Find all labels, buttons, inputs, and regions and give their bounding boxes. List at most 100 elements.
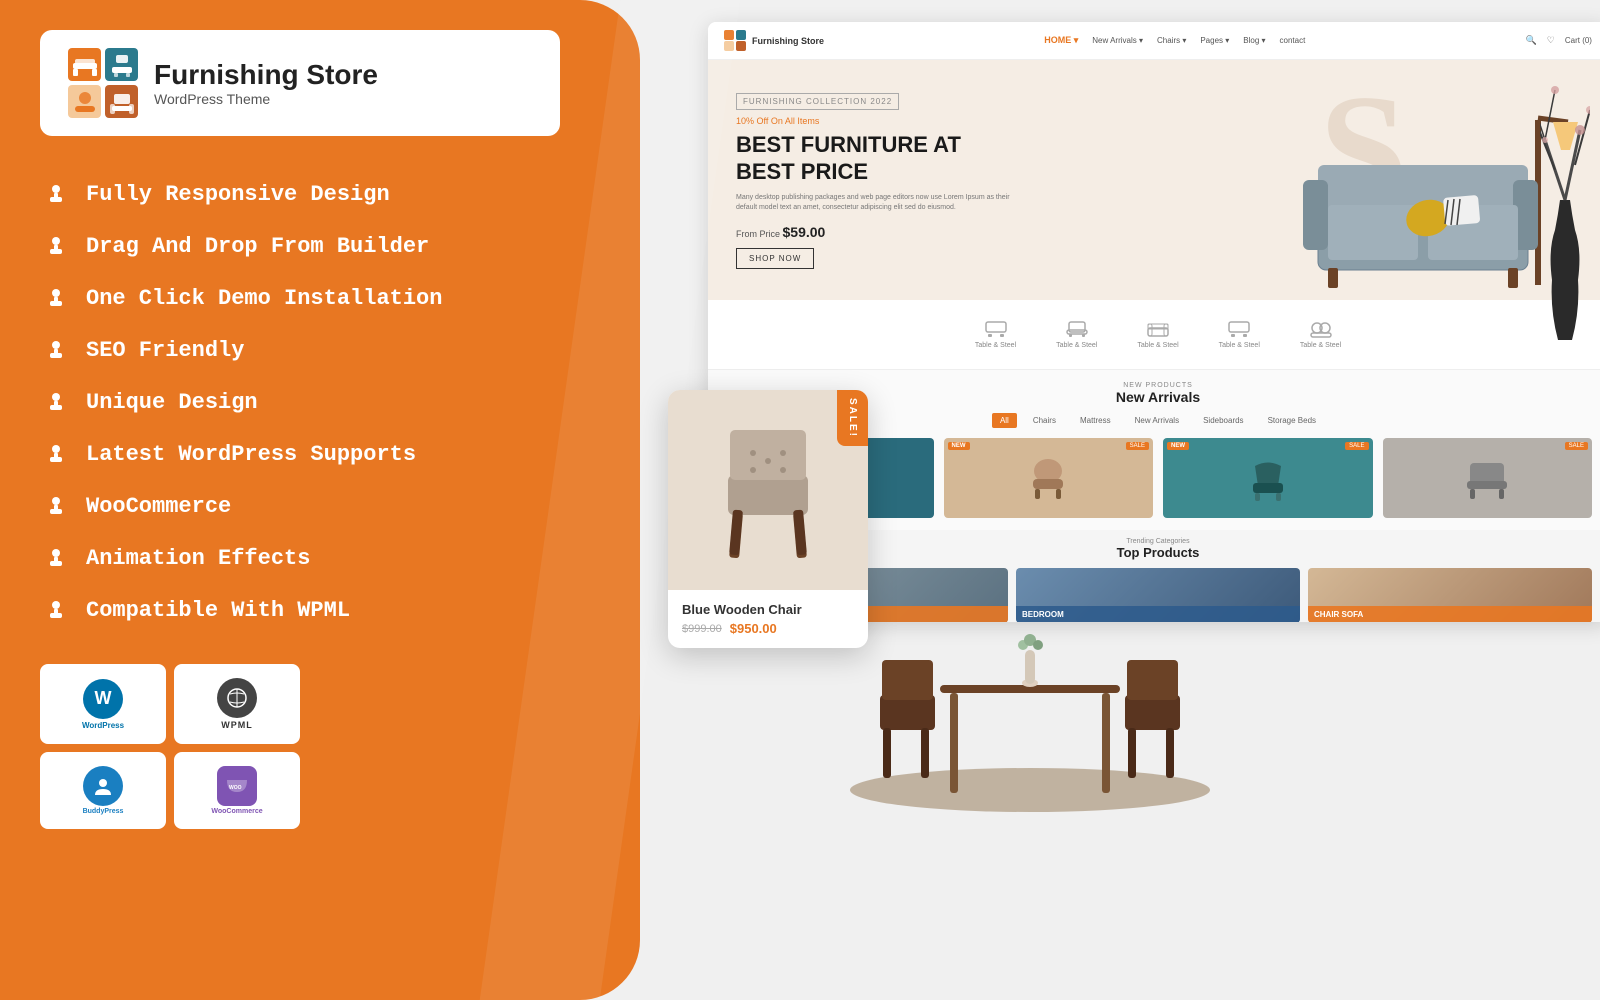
wishlist-icon[interactable]: ♡ <box>1547 35 1555 46</box>
filter-all[interactable]: All <box>992 413 1017 428</box>
feature-icon <box>40 594 72 626</box>
nav-new-arrivals[interactable]: New Arrivals ▾ <box>1092 36 1143 45</box>
cat-label: Table & Steel <box>1056 342 1097 349</box>
hero-title: BEST FURNITURE ATBEST PRICE <box>736 132 1016 185</box>
logo-icon <box>68 48 138 118</box>
badges-row: W WordPress WPML BuddyPress <box>40 664 300 829</box>
demo-nav-links[interactable]: HOME ▾ New Arrivals ▾ Chairs ▾ Pages ▾ B… <box>1044 35 1305 46</box>
category-item[interactable]: Table & Steel <box>975 320 1016 349</box>
nav-contact[interactable]: contact <box>1280 36 1306 45</box>
shop-now-button[interactable]: SHOP NOW <box>736 248 814 269</box>
feature-icon <box>40 438 72 470</box>
floating-product-card: SALE! Blue Wooden Chair <box>668 390 868 648</box>
nav-blog[interactable]: Blog ▾ <box>1243 36 1265 45</box>
right-panel: Furnishing Store HOME ▾ New Arrivals ▾ C… <box>640 0 1600 1000</box>
cat-label: Table & Steel <box>975 342 1016 349</box>
badge-sale: SALE <box>1126 442 1149 450</box>
feature-item: Drag And Drop From Builder <box>40 220 600 272</box>
feature-icon <box>40 542 72 574</box>
brand-tagline: WordPress Theme <box>154 91 378 107</box>
filter-chairs[interactable]: Chairs <box>1025 413 1064 428</box>
feature-label: WooCommerce <box>86 494 231 519</box>
search-icon[interactable]: 🔍 <box>1526 35 1537 46</box>
hero-description: Many desktop publishing packages and web… <box>736 193 1016 214</box>
hero-content: FURNISHING COLLECTION 2022 10% Off On Al… <box>736 91 1016 269</box>
chair-sofa-label: CHAIR SOFA <box>1308 606 1592 622</box>
product-thumb-3[interactable]: NEW SALE <box>1163 438 1373 518</box>
nav-home[interactable]: HOME ▾ <box>1044 35 1078 46</box>
feature-item: Unique Design <box>40 376 600 428</box>
feature-item: Fully Responsive Design <box>40 168 600 220</box>
badge-new: NEW <box>1167 442 1189 450</box>
price-new: $950.00 <box>730 621 777 636</box>
cat-label: Table & Steel <box>1137 342 1178 349</box>
buddypress-badge: BuddyPress <box>40 752 166 829</box>
chair-sofa-card[interactable]: CHAIR SOFA <box>1308 568 1592 622</box>
logo-text: Furnishing Store WordPress Theme <box>154 59 378 107</box>
product-name: Blue Wooden Chair <box>682 602 854 617</box>
price-old: $999.00 <box>682 623 722 635</box>
nav-pages[interactable]: Pages ▾ <box>1200 36 1229 45</box>
wpml-badge: WPML <box>174 664 300 744</box>
cart-label[interactable]: Cart (0) <box>1565 36 1592 45</box>
brand-name: Furnishing Store <box>154 59 378 91</box>
feature-label: One Click Demo Installation <box>86 286 442 311</box>
svg-text:WOO: WOO <box>229 785 242 791</box>
feature-item: WooCommerce <box>40 480 600 532</box>
cat-label: Table & Steel <box>1300 342 1341 349</box>
logo-box: Furnishing Store WordPress Theme <box>40 30 560 136</box>
feature-item: SEO Friendly <box>40 324 600 376</box>
feature-icon <box>40 230 72 262</box>
filter-mattress[interactable]: Mattress <box>1072 413 1119 428</box>
feature-item: Compatible With WPML <box>40 584 600 636</box>
new-products-label: NEW PRODUCTS <box>724 382 1592 389</box>
features-list: Fully Responsive Design Drag And Drop Fr… <box>40 168 600 636</box>
badge-sale: SALE <box>1565 442 1588 450</box>
demo-nav-right: 🔍 ♡ Cart (0) <box>1526 35 1592 46</box>
demo-logo-small: Furnishing Store <box>724 30 824 52</box>
floating-card-info: Blue Wooden Chair $999.00 $950.00 <box>668 590 868 648</box>
badge-sale: SALE <box>1345 442 1368 450</box>
hero-collection-label: FURNISHING COLLECTION 2022 <box>736 93 899 110</box>
demo-hero: S FURNISHING COLLECTION 2022 10% Off On … <box>708 60 1600 300</box>
cat-label: Table & Steel <box>1219 342 1260 349</box>
badge-new: NEW <box>948 442 970 450</box>
category-item[interactable]: Table & Steel <box>1137 320 1178 349</box>
filter-new-arrivals[interactable]: New Arrivals <box>1127 413 1187 428</box>
hero-price: From Price $59.00 <box>736 224 1016 240</box>
feature-icon <box>40 282 72 314</box>
woocommerce-badge: WOO WooCommerce <box>174 752 300 829</box>
feature-item: One Click Demo Installation <box>40 272 600 324</box>
demo-nav: Furnishing Store HOME ▾ New Arrivals ▾ C… <box>708 22 1600 60</box>
feature-item: Latest WordPress Supports <box>40 428 600 480</box>
feature-label: Fully Responsive Design <box>86 182 390 207</box>
product-thumb-4[interactable]: SALE <box>1383 438 1593 518</box>
feature-icon <box>40 178 72 210</box>
demo-brand-name: Furnishing Store <box>752 36 824 46</box>
feature-label: SEO Friendly <box>86 338 244 363</box>
feature-icon <box>40 490 72 522</box>
feature-item: Animation Effects <box>40 532 600 584</box>
feature-icon <box>40 334 72 366</box>
nav-chairs[interactable]: Chairs ▾ <box>1157 36 1186 45</box>
category-item[interactable]: Table & Steel <box>1219 320 1260 349</box>
product-image-area: SALE! <box>668 390 868 590</box>
vase-decoration <box>1540 60 1590 360</box>
category-item[interactable]: Table & Steel <box>1056 320 1097 349</box>
category-item[interactable]: Table & Steel <box>1300 320 1341 349</box>
table-scene <box>820 595 1240 815</box>
wordpress-badge: W WordPress <box>40 664 166 744</box>
sale-badge: SALE! <box>837 390 868 446</box>
filter-sideboards[interactable]: Sideboards <box>1195 413 1251 428</box>
filter-storage[interactable]: Storage Beds <box>1260 413 1324 428</box>
product-thumb-2[interactable]: NEW SALE <box>944 438 1154 518</box>
hero-discount: 10% Off On All Items <box>736 116 1016 126</box>
feature-icon <box>40 386 72 418</box>
feature-label: Latest WordPress Supports <box>86 442 416 467</box>
left-panel: Furnishing Store WordPress Theme Fully R… <box>0 0 640 1000</box>
feature-label: Compatible With WPML <box>86 598 350 623</box>
demo-categories: Table & Steel Table & Steel Table & Stee… <box>708 300 1600 370</box>
feature-label: Drag And Drop From Builder <box>86 234 429 259</box>
feature-label: Unique Design <box>86 390 258 415</box>
card-prices: $999.00 $950.00 <box>682 621 854 636</box>
